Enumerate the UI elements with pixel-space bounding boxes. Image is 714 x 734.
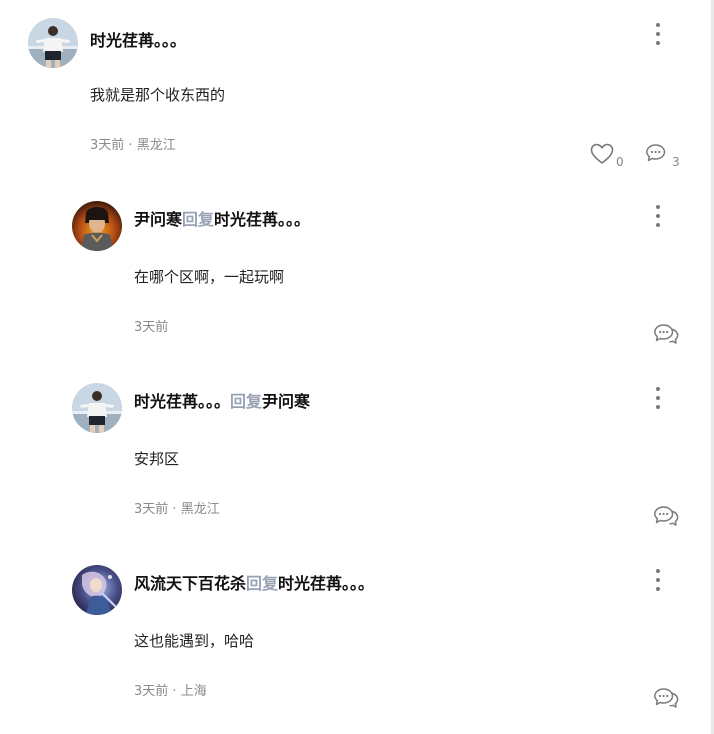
location: 黑龙江 [136,138,176,153]
location: 黑龙江 [180,502,220,517]
avatar[interactable] [72,565,122,615]
reply-to-name[interactable]: 时光荏苒。。。 [214,210,310,229]
author-line: 时光荏苒。。。 [90,31,186,51]
more-options-button[interactable] [648,21,668,47]
author-name[interactable]: 尹问寒 [134,210,182,229]
avatar[interactable] [72,201,122,251]
timestamp: 3天前 [134,502,169,517]
heart-icon [590,143,614,164]
avatar[interactable] [28,18,78,68]
more-vertical-icon [656,569,660,573]
like-count: 0 [616,155,624,169]
comment-text: 这也能遇到，哈哈 [134,632,255,650]
reply-item: 时光荏苒。。。回复尹问寒 安邦区 3天前 · 黑龙江 [0,364,711,544]
comment-bubbles-icon [654,324,679,344]
more-vertical-icon-dot [656,587,660,591]
more-options-button[interactable] [648,203,668,229]
comment-text: 我就是那个收东西的 [90,86,226,104]
reply-button[interactable] [654,323,680,349]
more-options-button[interactable] [648,385,668,411]
reply-label: 回复 [246,574,279,593]
comment-meta: 3天前 · 上海 [134,684,207,700]
timestamp: 3天前 [134,320,169,335]
reply-button[interactable] [654,505,680,531]
reply-item: 尹问寒回复时光荏苒。。。 在哪个区啊，一起玩啊 3天前 [0,182,711,362]
author-name[interactable]: 时光荏苒。。。 [134,392,230,411]
reply-item: 风流天下百花杀回复时光荏苒。。。 这也能遇到，哈哈 3天前 · 上海 [0,546,711,734]
more-vertical-icon [656,387,660,391]
author-name[interactable]: 风流天下百花杀 [134,574,246,593]
comment-bubbles-icon [646,144,666,162]
person-photo-avatar-icon [28,18,78,68]
comment-text: 在哪个区啊，一起玩啊 [134,268,285,286]
more-vertical-icon-dot [656,41,660,45]
avatar[interactable] [72,383,122,433]
author-line: 尹问寒回复时光荏苒。。。 [134,210,310,230]
location: 上海 [180,684,207,699]
reply-to-name[interactable]: 尹问寒 [262,392,310,411]
timestamp: 3天前 [134,684,169,699]
reply-button[interactable] [654,687,680,713]
person-photo-avatar-icon [72,383,122,433]
more-vertical-icon-dot [656,214,660,218]
author-line: 风流天下百花杀回复时光荏苒。。。 [134,574,374,594]
reply-label: 回复 [182,210,215,229]
comment-text: 安邦区 [134,450,180,468]
reply-to-name[interactable]: 时光荏苒。。。 [278,574,374,593]
comment-item: 时光荏苒。。。 我就是那个收东西的 3天前 · 黑龙江 0 3 [0,0,711,180]
reply-button[interactable]: 3 [646,143,682,169]
comment-bubbles-icon [654,688,679,708]
reply-count: 3 [672,155,680,169]
author-line: 时光荏苒。。。回复尹问寒 [134,392,310,412]
timestamp: 3天前 [90,138,125,153]
more-options-button[interactable] [648,567,668,593]
comment-meta: 3天前 · 黑龙江 [90,138,176,154]
meta-separator: · [168,502,181,517]
author-name[interactable]: 时光荏苒。。。 [90,31,186,50]
more-vertical-icon-dot [656,32,660,36]
more-vertical-icon [656,205,660,209]
more-vertical-icon-dot [656,578,660,582]
comment-meta: 3天前 · 黑龙江 [134,502,220,518]
more-vertical-icon [656,23,660,27]
comment-meta: 3天前 [134,320,168,336]
more-vertical-icon-dot [656,405,660,409]
comment-bubbles-icon [654,506,679,526]
reply-label: 回复 [230,392,263,411]
game-warrior-avatar-icon [72,201,122,251]
more-vertical-icon-dot [656,223,660,227]
meta-separator: · [168,684,181,699]
more-vertical-icon-dot [656,396,660,400]
meta-separator: · [124,138,137,153]
like-button[interactable]: 0 [590,143,626,169]
fantasy-character-avatar-icon [72,565,122,615]
